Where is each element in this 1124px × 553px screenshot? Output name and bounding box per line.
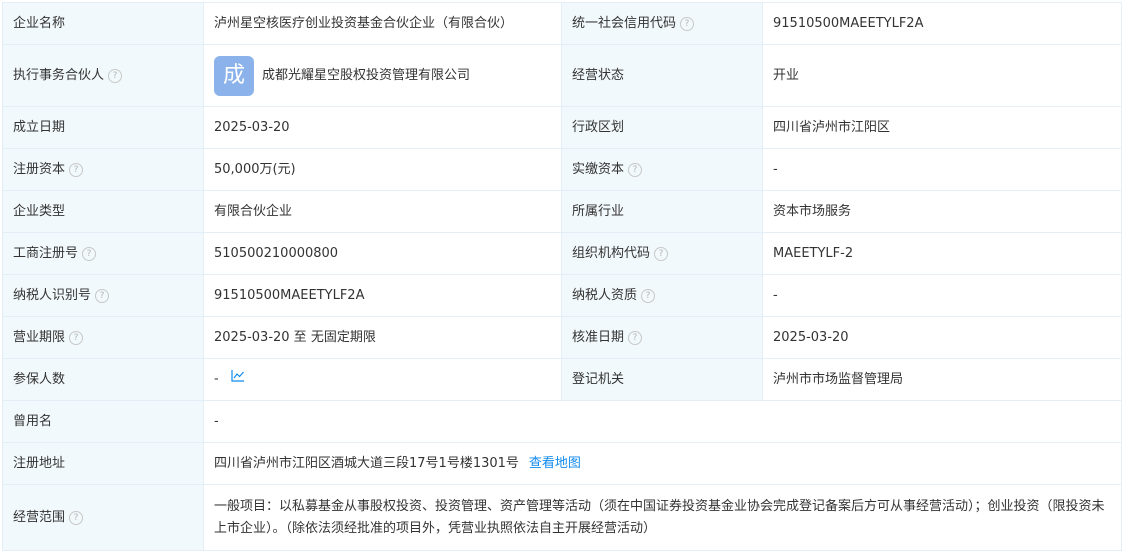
label-term: 营业期限	[13, 329, 66, 345]
value-insured: -	[214, 371, 219, 387]
view-map-link[interactable]: 查看地图	[529, 456, 581, 471]
partner-logo[interactable]: 成	[214, 55, 254, 96]
question-circle-icon[interactable]: ?	[654, 246, 669, 261]
value-approval-date: 2025-03-20	[762, 316, 1122, 359]
label-authority: 登记机关	[561, 358, 763, 401]
value-address-cell: 四川省泸州市江阳区酒城大道三段17号1号楼1301号 查看地图	[203, 442, 1122, 485]
label-scope-cell: 经营范围?	[2, 484, 204, 551]
label-org-code-cell: 组织机构代码?	[561, 232, 763, 275]
value-region: 四川省泸州市江阳区	[762, 106, 1122, 149]
label-reg-capital-cell: 注册资本?	[2, 148, 204, 191]
value-reg-capital: 50,000万(元)	[203, 148, 562, 191]
trend-chart-icon[interactable]	[231, 369, 245, 389]
label-credit-code: 统一社会信用代码	[572, 15, 677, 31]
label-approval-date-cell: 核准日期?	[561, 316, 763, 359]
row-insured: 参保人数 - 登记机关 泸州市市场监督管理局	[2, 358, 1122, 401]
label-reg-no: 工商注册号	[13, 245, 79, 261]
value-credit-code: 91510500MAEETYLF2A	[762, 2, 1122, 45]
label-former-name: 曾用名	[2, 400, 204, 443]
label-status: 经营状态	[561, 44, 763, 107]
label-insured: 参保人数	[2, 358, 204, 401]
value-taxpayer-qual: -	[762, 274, 1122, 317]
label-address: 注册地址	[2, 442, 204, 485]
value-industry: 资本市场服务	[762, 190, 1122, 233]
value-address: 四川省泸州市江阳区酒城大道三段17号1号楼1301号	[214, 455, 519, 471]
row-scope: 经营范围? 一般项目：以私募基金从事股权投资、投资管理、资产管理等活动（须在中国…	[2, 484, 1122, 551]
row-partner: 执行事务合伙人? 成成都光耀星空股权投资管理有限公司 经营状态 开业	[2, 44, 1122, 107]
label-taxpayer-id: 纳税人识别号	[13, 287, 92, 303]
label-paid-capital-cell: 实缴资本?	[561, 148, 763, 191]
question-circle-icon[interactable]: ?	[95, 288, 110, 303]
question-circle-icon[interactable]: ?	[82, 246, 97, 261]
label-company-name: 企业名称	[2, 2, 204, 45]
row-former-name: 曾用名 -	[2, 400, 1122, 443]
row-taxpayer: 纳税人识别号? 91510500MAEETYLF2A 纳税人资质? -	[2, 274, 1122, 317]
value-term: 2025-03-20 至 无固定期限	[203, 316, 562, 359]
value-org-code: MAEETYLF-2	[762, 232, 1122, 275]
question-circle-icon[interactable]: ?	[628, 330, 643, 345]
value-type: 有限合伙企业	[203, 190, 562, 233]
question-circle-icon[interactable]: ?	[69, 330, 84, 345]
value-former-name: -	[203, 400, 1122, 443]
value-insured-cell: -	[203, 358, 562, 401]
question-circle-icon[interactable]: ?	[641, 288, 656, 303]
row-type: 企业类型 有限合伙企业 所属行业 资本市场服务	[2, 190, 1122, 233]
label-taxpayer-qual: 纳税人资质	[572, 287, 638, 303]
label-credit-code-cell: 统一社会信用代码?	[561, 2, 763, 45]
row-address: 注册地址 四川省泸州市江阳区酒城大道三段17号1号楼1301号 查看地图	[2, 442, 1122, 485]
row-reg-no: 工商注册号? 510500210000800 组织机构代码? MAEETYLF-…	[2, 232, 1122, 275]
question-circle-icon[interactable]: ?	[680, 16, 695, 31]
value-partner-cell: 成成都光耀星空股权投资管理有限公司	[203, 44, 562, 107]
label-industry: 所属行业	[561, 190, 763, 233]
label-partner: 执行事务合伙人	[13, 67, 105, 83]
label-org-code: 组织机构代码	[572, 245, 651, 261]
value-paid-capital: -	[762, 148, 1122, 191]
row-term: 营业期限? 2025-03-20 至 无固定期限 核准日期? 2025-03-2…	[2, 316, 1122, 359]
value-authority: 泸州市市场监督管理局	[762, 358, 1122, 401]
value-company-name: 泸州星空核医疗创业投资基金合伙企业（有限合伙）	[203, 2, 562, 45]
value-founded: 2025-03-20	[203, 106, 562, 149]
label-scope: 经营范围	[13, 509, 66, 525]
row-company-name: 企业名称 泸州星空核医疗创业投资基金合伙企业（有限合伙） 统一社会信用代码? 9…	[2, 2, 1122, 45]
partner-name-link[interactable]: 成都光耀星空股权投资管理有限公司	[262, 68, 470, 83]
value-scope: 一般项目：以私募基金从事股权投资、投资管理、资产管理等活动（须在中国证券投资基金…	[203, 484, 1122, 551]
question-circle-icon[interactable]: ?	[69, 162, 84, 177]
company-info-table: 企业名称 泸州星空核医疗创业投资基金合伙企业（有限合伙） 统一社会信用代码? 9…	[2, 2, 1122, 551]
label-taxpayer-qual-cell: 纳税人资质?	[561, 274, 763, 317]
value-status: 开业	[762, 44, 1122, 107]
question-circle-icon[interactable]: ?	[628, 162, 643, 177]
question-circle-icon[interactable]: ?	[108, 68, 123, 83]
value-taxpayer-id: 91510500MAEETYLF2A	[203, 274, 562, 317]
label-reg-capital: 注册资本	[13, 161, 66, 177]
row-capital: 注册资本? 50,000万(元) 实缴资本? -	[2, 148, 1122, 191]
label-reg-no-cell: 工商注册号?	[2, 232, 204, 275]
question-circle-icon[interactable]: ?	[69, 510, 84, 525]
label-founded: 成立日期	[2, 106, 204, 149]
label-partner-cell: 执行事务合伙人?	[2, 44, 204, 107]
label-term-cell: 营业期限?	[2, 316, 204, 359]
value-reg-no: 510500210000800	[203, 232, 562, 275]
label-type: 企业类型	[2, 190, 204, 233]
label-paid-capital: 实缴资本	[572, 161, 625, 177]
row-founded: 成立日期 2025-03-20 行政区划 四川省泸州市江阳区	[2, 106, 1122, 149]
label-region: 行政区划	[561, 106, 763, 149]
label-taxpayer-id-cell: 纳税人识别号?	[2, 274, 204, 317]
label-approval-date: 核准日期	[572, 329, 625, 345]
